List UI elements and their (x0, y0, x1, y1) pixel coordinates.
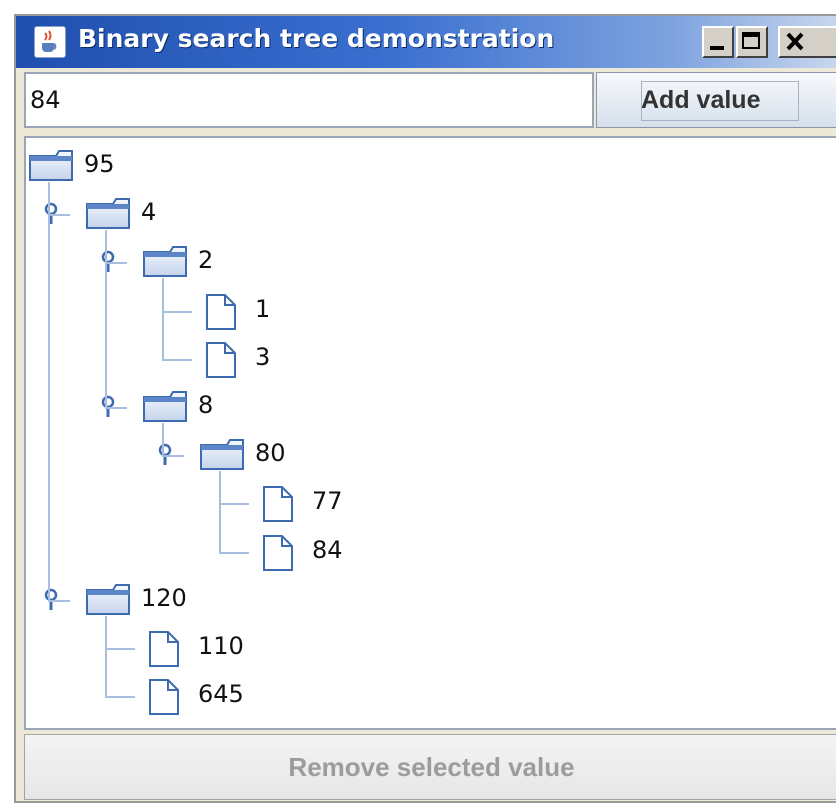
tree-folder-node[interactable]: 95 (28, 146, 726, 186)
tree-leaf-node[interactable]: 110 (142, 628, 726, 668)
tree-folder-node[interactable]: 4 (44, 194, 726, 234)
minimize-icon (710, 46, 724, 50)
value-input[interactable] (24, 72, 594, 128)
tree-node-label: 95 (84, 150, 115, 178)
tree-connector-line (105, 407, 127, 409)
tree-folder-node[interactable]: 80 (158, 435, 726, 475)
tree-connector-line (162, 423, 164, 457)
file-icon (199, 341, 245, 378)
tree-connector-line (105, 615, 107, 698)
file-icon (199, 293, 245, 330)
tree-folder-node[interactable]: 2 (101, 242, 726, 282)
tree-node-label: 2 (198, 246, 214, 275)
app-window: Binary search tree demonstration Add val… (14, 14, 836, 803)
tree-leaf-node[interactable]: 1 (199, 291, 726, 331)
add-value-label: Add value (641, 85, 761, 114)
tree-connector-line (48, 599, 70, 602)
file-icon (142, 678, 188, 716)
add-value-button[interactable]: Add value (596, 72, 836, 128)
remove-selected-label: Remove selected value (288, 751, 575, 782)
maximize-button[interactable] (736, 26, 768, 58)
tree-connector-line (162, 310, 192, 313)
tree-node-label: 8 (198, 391, 214, 419)
tree-node-label: 110 (198, 632, 244, 660)
tree-node-label: 77 (312, 487, 343, 516)
java-cup-icon (34, 26, 66, 58)
tree-node-label: 1 (255, 294, 271, 323)
folder-icon (142, 389, 188, 425)
maximize-icon (742, 32, 760, 49)
file-icon (142, 630, 188, 667)
minimize-button[interactable] (702, 26, 734, 58)
tree-view[interactable]: 95 4 2 1 3 8 80 77 84 120 110 645 (24, 136, 836, 730)
tree-node-label: 120 (141, 583, 187, 612)
tree-folder-node[interactable]: 120 (44, 580, 726, 620)
folder-icon (28, 148, 74, 184)
tree-node-label: 80 (255, 439, 286, 468)
title-bar[interactable]: Binary search tree demonstration (16, 16, 836, 68)
input-row: Add value (16, 68, 836, 132)
tree-leaf-node[interactable]: 645 (142, 676, 726, 716)
file-icon (256, 534, 302, 571)
tree-leaf-node[interactable]: 84 (256, 532, 726, 572)
tree-folder-node[interactable]: 8 (101, 387, 726, 427)
folder-icon (199, 437, 245, 473)
tree-connector-line (219, 551, 249, 554)
tree-node-label: 4 (141, 198, 157, 227)
tree-connector-line (162, 278, 164, 360)
tree-connector-line (219, 471, 221, 553)
tree-connector-line (105, 648, 135, 650)
tree-connector-line (162, 358, 192, 361)
tree-connector-line (219, 503, 249, 506)
tree-node-label: 84 (312, 535, 343, 564)
remove-selected-button[interactable]: Remove selected value (24, 734, 836, 800)
tree-node-label: 3 (255, 342, 271, 371)
tree-connector-line (48, 182, 50, 601)
folder-icon (85, 582, 131, 618)
folder-icon (85, 196, 131, 232)
folder-icon (142, 244, 188, 280)
tree-node-label: 645 (198, 680, 244, 709)
window-title: Binary search tree demonstration (78, 24, 555, 53)
tree-leaf-node[interactable]: 77 (256, 483, 726, 523)
file-icon (256, 485, 302, 523)
tree-connector-line (105, 696, 135, 699)
close-icon (786, 32, 804, 51)
tree-connector-line (162, 455, 184, 458)
tree-connector-line (105, 262, 127, 265)
tree-connector-line (105, 230, 107, 408)
tree-connector-line (48, 214, 70, 217)
close-button[interactable] (778, 26, 836, 58)
tree-leaf-node[interactable]: 3 (199, 339, 726, 379)
